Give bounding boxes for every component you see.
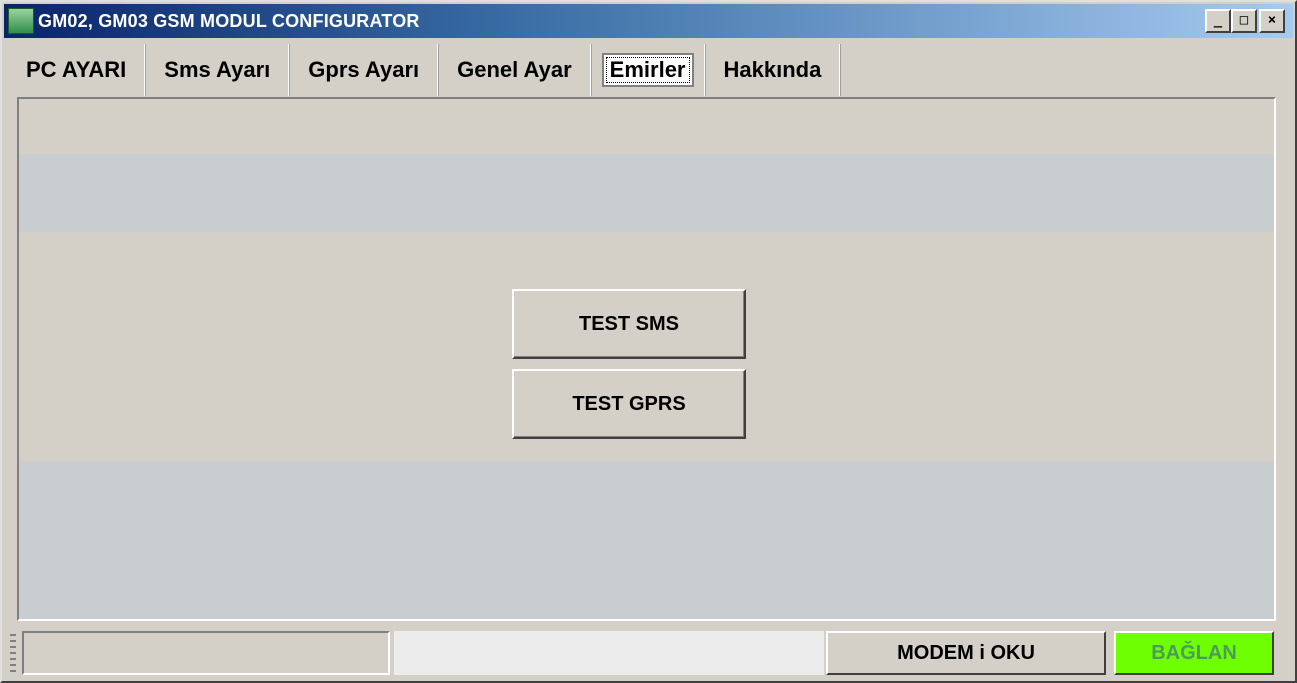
tab-label: Hakkında [723, 57, 822, 82]
window-controls: _ □ × [1205, 9, 1285, 33]
tab-hakkinda[interactable]: Hakkında [706, 44, 841, 96]
window-title: GM02, GM03 GSM MODUL CONFIGURATOR [38, 10, 420, 31]
tab-label: Genel Ayar [457, 57, 572, 82]
tab-gprs-ayari[interactable]: Gprs Ayarı [290, 44, 439, 96]
minimize-button[interactable]: _ [1205, 9, 1231, 33]
tab-pc-ayari[interactable]: PC AYARI [8, 44, 146, 96]
connect-button[interactable]: BAĞLAN [1114, 631, 1274, 675]
tab-label: PC AYARI [26, 57, 127, 82]
grip-handle-icon [10, 634, 16, 674]
maximize-button[interactable]: □ [1231, 9, 1257, 33]
tab-label: Gprs Ayarı [308, 57, 420, 82]
tab-sms-ayari[interactable]: Sms Ayarı [146, 44, 290, 96]
test-sms-button[interactable]: TEST SMS [512, 289, 746, 359]
panel-band [19, 461, 1274, 619]
modem-read-button[interactable]: MODEM i OKU [826, 631, 1106, 675]
title-bar[interactable]: GM02, GM03 GSM MODUL CONFIGURATOR _ □ × [4, 4, 1293, 38]
app-window: GM02, GM03 GSM MODUL CONFIGURATOR _ □ × … [0, 0, 1297, 683]
emirler-panel: TEST SMS TEST GPRS [17, 97, 1276, 621]
tab-genel-ayar[interactable]: Genel Ayar [439, 44, 591, 96]
app-icon [8, 8, 34, 34]
close-button[interactable]: × [1259, 9, 1285, 33]
tab-emirler[interactable]: Emirler [592, 44, 705, 96]
tab-label: Sms Ayarı [164, 57, 271, 82]
tab-label: Emirler [601, 53, 694, 87]
panel-band [19, 154, 1274, 232]
status-bar: MODEM i OKU BAĞLAN [4, 626, 1293, 681]
tab-strip: PC AYARI Sms Ayarı Gprs Ayarı Genel Ayar… [8, 40, 841, 96]
status-spacer [394, 631, 824, 675]
test-gprs-button[interactable]: TEST GPRS [512, 369, 746, 439]
status-field [22, 631, 390, 675]
